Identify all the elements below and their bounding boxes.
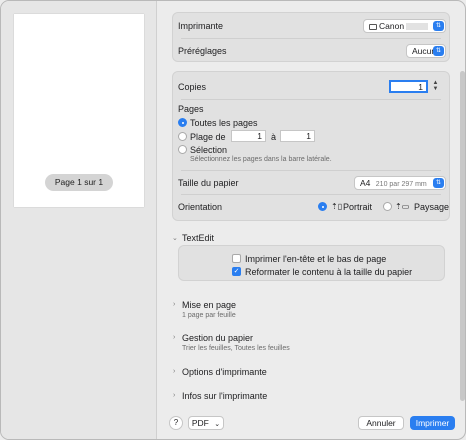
chevron-updown-icon: ⇅ (433, 178, 444, 188)
section-layout-title[interactable]: Mise en page (182, 300, 236, 310)
divider (181, 194, 441, 195)
copies-label: Copies (178, 82, 207, 92)
radio-all-pages[interactable] (178, 118, 187, 127)
range-to-label: à (271, 132, 277, 142)
textedit-title[interactable]: TextEdit (182, 233, 214, 243)
help-button[interactable]: ? (169, 416, 183, 430)
section-paper-handling-subtitle: Trier les feuilles, Toutes les feuilles (182, 345, 290, 352)
options-pane: Imprimante Canon ⇅ Préréglages Aucun ⇅ C… (158, 1, 465, 439)
chevron-updown-icon: ⇅ (433, 46, 444, 56)
all-pages-label: Toutes les pages (190, 118, 258, 128)
landscape-label: Paysage (414, 202, 450, 212)
printer-label: Imprimante (178, 21, 224, 31)
header-footer-checkbox[interactable] (232, 254, 241, 263)
paper-size-label: Taille du papier (178, 178, 239, 188)
textedit-card: Imprimer l'en-tête et le bas de page ✓ R… (178, 245, 445, 281)
selection-hint: Sélectionnez les pages dans la barre lat… (190, 156, 332, 163)
chevron-down-icon: ⌄ (214, 421, 221, 428)
portrait-icon: ⇡▯ (331, 202, 343, 211)
radio-landscape[interactable] (383, 202, 392, 211)
section-printer-options-title[interactable]: Options d'imprimante (182, 367, 267, 377)
landscape-icon: ⇡▭ (395, 202, 410, 211)
rewrap-label: Reformater le contenu à la taille du pap… (245, 267, 413, 277)
scrollbar[interactable] (460, 71, 465, 401)
chevron-updown-icon: ⇅ (433, 21, 444, 31)
print-button[interactable]: Imprimer (410, 416, 455, 430)
orientation-label: Orientation (178, 202, 223, 212)
portrait-label: Portrait (343, 202, 373, 212)
copies-input[interactable]: 1 (389, 80, 428, 93)
printer-select[interactable]: Canon ⇅ (363, 19, 446, 33)
print-dialog: Page 1 sur 1 Imprimante Canon ⇅ Prérégla… (0, 0, 466, 440)
chevron-right-icon[interactable]: › (173, 392, 175, 399)
page-indicator: Page 1 sur 1 (45, 174, 113, 191)
pages-label: Pages (178, 104, 204, 114)
header-footer-label: Imprimer l'en-tête et le bas de page (245, 254, 387, 264)
radio-selection[interactable] (178, 145, 187, 154)
chevron-down-icon[interactable]: ⌄ (172, 234, 178, 242)
range-from-input[interactable]: 1 (231, 130, 266, 142)
copies-stepper[interactable]: ▲ ▼ (431, 80, 440, 93)
section-layout-subtitle: 1 page par feuille (182, 312, 236, 319)
paper-size-detail: 210 par 297 mm (375, 181, 427, 188)
divider (181, 170, 441, 171)
settings-card: Copies 1 ▲ ▼ Pages Toutes les pages Plage… (172, 71, 450, 221)
presets-label: Préréglages (178, 46, 227, 56)
redacted-printer-model (406, 23, 429, 31)
section-printer-info-title[interactable]: Infos sur l'imprimante (182, 391, 267, 401)
divider (181, 99, 441, 100)
pdf-menu-button[interactable]: PDF ⌄ (188, 416, 224, 430)
cancel-button[interactable]: Annuler (358, 416, 404, 430)
chevron-right-icon[interactable]: › (173, 334, 175, 341)
radio-portrait[interactable] (318, 202, 327, 211)
presets-select[interactable]: Aucun ⇅ (406, 44, 446, 58)
radio-page-range[interactable] (178, 132, 187, 141)
printer-card: Imprimante Canon ⇅ Préréglages Aucun ⇅ (172, 12, 450, 62)
chevron-right-icon[interactable]: › (173, 368, 175, 375)
rewrap-checkbox[interactable]: ✓ (232, 267, 241, 276)
divider (181, 38, 441, 39)
range-to-input[interactable]: 1 (280, 130, 315, 142)
printer-icon (369, 23, 377, 30)
preview-pane: Page 1 sur 1 (1, 1, 157, 439)
pdf-label: PDF (191, 418, 209, 428)
section-paper-handling-title[interactable]: Gestion du papier (182, 333, 253, 343)
paper-size-select[interactable]: A4 210 par 297 mm ⇅ (354, 176, 446, 190)
paper-size-value: A4 (360, 178, 371, 188)
selection-label: Sélection (190, 145, 228, 155)
chevron-right-icon[interactable]: › (173, 301, 175, 308)
range-label: Plage de (190, 132, 226, 142)
printer-value: Canon (379, 21, 405, 31)
